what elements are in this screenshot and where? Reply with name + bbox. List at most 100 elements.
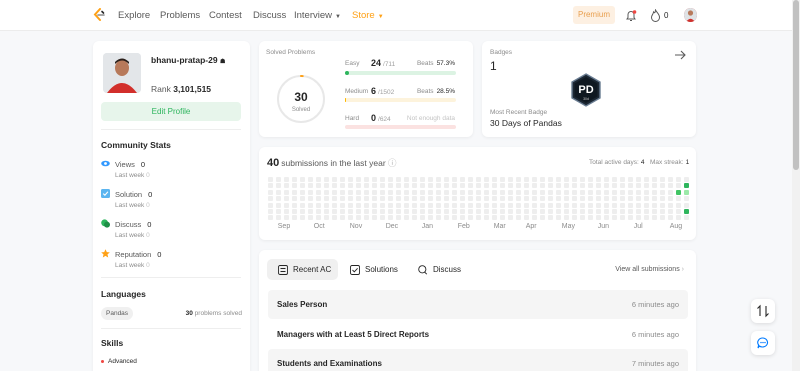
heatmap-cell[interactable] — [620, 177, 626, 182]
heatmap-cell[interactable] — [307, 215, 313, 221]
heatmap-cell[interactable] — [323, 183, 329, 189]
heatmap-cell[interactable] — [683, 209, 689, 214]
heatmap-cell[interactable] — [372, 209, 378, 214]
heatmap-cell[interactable] — [499, 202, 505, 208]
heatmap-cell[interactable] — [579, 196, 585, 202]
heatmap-cell[interactable] — [427, 202, 433, 208]
heatmap-cell[interactable] — [491, 209, 497, 214]
heatmap-cell[interactable] — [651, 215, 657, 221]
heatmap-cell[interactable] — [395, 202, 401, 208]
heatmap-cell[interactable] — [667, 202, 673, 208]
heatmap-cell[interactable] — [627, 215, 633, 221]
heatmap-cell[interactable] — [483, 183, 489, 189]
heatmap-cell[interactable] — [571, 215, 577, 221]
heatmap-cell[interactable] — [387, 209, 393, 214]
heatmap-cell[interactable] — [651, 196, 657, 202]
edit-profile-button[interactable]: Edit Profile — [101, 102, 241, 121]
heatmap-cell[interactable] — [300, 209, 306, 214]
heatmap-cell[interactable] — [548, 209, 554, 214]
heatmap-cell[interactable] — [539, 177, 545, 182]
heatmap-cell[interactable] — [643, 209, 649, 214]
heatmap-cell[interactable] — [643, 196, 649, 202]
heatmap-cell[interactable] — [283, 215, 289, 221]
heatmap-cell[interactable] — [587, 196, 593, 202]
heatmap-cell[interactable] — [475, 196, 481, 202]
heatmap-cell[interactable] — [620, 189, 626, 195]
heatmap-cell[interactable] — [291, 215, 297, 221]
heatmap-cell[interactable] — [475, 215, 481, 221]
heatmap-cell[interactable] — [427, 189, 433, 195]
heatmap-cell[interactable] — [491, 183, 497, 189]
heatmap-cell[interactable] — [387, 196, 393, 202]
heatmap-cell[interactable] — [539, 183, 545, 189]
heatmap-cell[interactable] — [563, 196, 569, 202]
heatmap-cell[interactable] — [627, 196, 633, 202]
heatmap-cell[interactable] — [355, 202, 361, 208]
heatmap-cell[interactable] — [587, 183, 593, 189]
heatmap-cell[interactable] — [347, 189, 353, 195]
heatmap-cell[interactable] — [339, 196, 345, 202]
heatmap-cell[interactable] — [603, 215, 609, 221]
heatmap-cell[interactable] — [411, 183, 417, 189]
heatmap-cell[interactable] — [643, 189, 649, 195]
heatmap-cell[interactable] — [372, 177, 378, 182]
heatmap-cell[interactable] — [587, 177, 593, 182]
heatmap-cell[interactable] — [499, 183, 505, 189]
heatmap-cell[interactable] — [355, 189, 361, 195]
heatmap-cell[interactable] — [579, 183, 585, 189]
heatmap-cell[interactable] — [563, 189, 569, 195]
heatmap-cell[interactable] — [435, 202, 441, 208]
heatmap-cell[interactable] — [451, 209, 457, 214]
heatmap-cell[interactable] — [555, 196, 561, 202]
heatmap-cell[interactable] — [611, 196, 617, 202]
heatmap-cell[interactable] — [451, 196, 457, 202]
heatmap-cell[interactable] — [419, 189, 425, 195]
heatmap-cell[interactable] — [291, 202, 297, 208]
heatmap-cell[interactable] — [603, 177, 609, 182]
heatmap-cell[interactable] — [323, 177, 329, 182]
heatmap-cell[interactable] — [675, 183, 681, 189]
heatmap-cell[interactable] — [491, 189, 497, 195]
heatmap-cell[interactable] — [643, 202, 649, 208]
heatmap-cell[interactable] — [451, 189, 457, 195]
heatmap-cell[interactable] — [651, 189, 657, 195]
heatmap-cell[interactable] — [659, 177, 665, 182]
heatmap-cell[interactable] — [395, 183, 401, 189]
heatmap-cell[interactable] — [339, 202, 345, 208]
heatmap-cell[interactable] — [435, 209, 441, 214]
heatmap-cell[interactable] — [603, 196, 609, 202]
heatmap-cell[interactable] — [507, 215, 513, 221]
heatmap-cell[interactable] — [571, 177, 577, 182]
heatmap-cell[interactable] — [411, 177, 417, 182]
heatmap-cell[interactable] — [395, 209, 401, 214]
heatmap-cell[interactable] — [683, 215, 689, 221]
heatmap-cell[interactable] — [372, 183, 378, 189]
heatmap-cell[interactable] — [555, 189, 561, 195]
heatmap-cell[interactable] — [571, 183, 577, 189]
heatmap-cell[interactable] — [307, 202, 313, 208]
heatmap-cell[interactable] — [315, 177, 321, 182]
heatmap-cell[interactable] — [291, 183, 297, 189]
heatmap-cell[interactable] — [275, 183, 281, 189]
heatmap-cell[interactable] — [283, 189, 289, 195]
heatmap-cell[interactable] — [507, 183, 513, 189]
heatmap-cell[interactable] — [539, 215, 545, 221]
heatmap-cell[interactable] — [315, 202, 321, 208]
heatmap-cell[interactable] — [548, 196, 554, 202]
heatmap-cell[interactable] — [611, 177, 617, 182]
heatmap-cell[interactable] — [467, 177, 473, 182]
heatmap-cell[interactable] — [531, 215, 537, 221]
heatmap-cell[interactable] — [571, 202, 577, 208]
heatmap-cell[interactable] — [395, 189, 401, 195]
heatmap-cell[interactable] — [419, 209, 425, 214]
heatmap-cell[interactable] — [307, 189, 313, 195]
heatmap-cell[interactable] — [620, 183, 626, 189]
heatmap-cell[interactable] — [659, 189, 665, 195]
heatmap-cell[interactable] — [363, 215, 369, 221]
heatmap-cell[interactable] — [331, 189, 337, 195]
heatmap-cell[interactable] — [651, 183, 657, 189]
heatmap-cell[interactable] — [507, 189, 513, 195]
heatmap-cell[interactable] — [667, 196, 673, 202]
heatmap-cell[interactable] — [307, 177, 313, 182]
heatmap-cell[interactable] — [268, 183, 273, 189]
